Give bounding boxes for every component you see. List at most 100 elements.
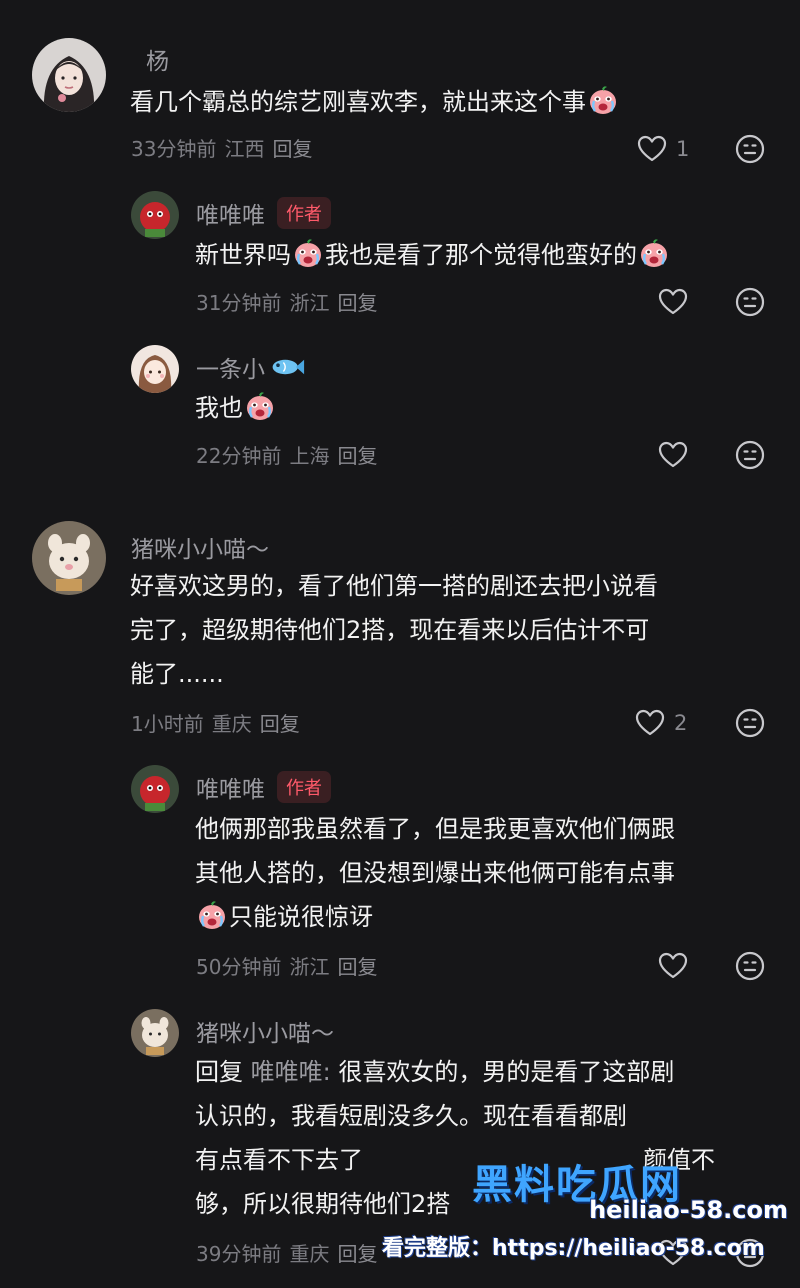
avatar[interactable] xyxy=(131,345,179,393)
comment-meta: 33分钟前 江西 回复 xyxy=(131,133,320,162)
reply-button[interactable]: 回复 xyxy=(272,137,312,161)
like-button[interactable]: 2 xyxy=(634,707,687,739)
dislike-button[interactable] xyxy=(734,133,766,169)
neutral-face-icon xyxy=(734,1237,766,1269)
reply-target[interactable]: 唯唯唯: xyxy=(251,1058,331,1086)
comment-time: 22分钟前 xyxy=(196,444,282,468)
like-button[interactable]: 1 xyxy=(636,133,689,165)
comment-text-line: 完了，超级期待他们2搭，现在看来以后估计不可 xyxy=(130,616,650,644)
author-badge: 作者 xyxy=(277,771,331,803)
like-button[interactable] xyxy=(657,439,689,471)
dislike-button[interactable] xyxy=(734,950,766,986)
avatar[interactable] xyxy=(32,521,106,595)
comment-username[interactable]: 猪咪小小喵～ xyxy=(131,530,269,564)
comment-username: 一条小 xyxy=(196,350,305,384)
comment-text: 新世界吗 我也是看了那个觉得他蛮好的 xyxy=(195,233,671,277)
comment-text-part: 颜值不 xyxy=(643,1146,715,1174)
neutral-face-icon xyxy=(734,286,766,318)
avatar[interactable] xyxy=(131,765,179,813)
comment-text-part: 只能说很惊讶 xyxy=(229,903,373,931)
heart-outline-icon xyxy=(657,439,689,471)
comment-meta: 50分钟前 浙江 回复 xyxy=(196,951,385,980)
like-button[interactable] xyxy=(657,950,689,982)
comment-username: 唯唯唯 作者 xyxy=(196,770,331,804)
heart-outline-icon xyxy=(634,707,666,739)
crying-face-emoji xyxy=(196,899,228,931)
comment-text-line: 有点看不下去了 颜值不 xyxy=(195,1138,715,1182)
heart-outline-icon xyxy=(657,286,689,318)
comment-time: 50分钟前 xyxy=(196,955,282,979)
comment-text-line: 其他人搭的，但没想到爆出来他俩可能有点事 xyxy=(195,859,675,887)
comment-username: 唯唯唯 作者 xyxy=(196,196,331,230)
neutral-face-icon xyxy=(734,439,766,471)
comment-location: 江西 xyxy=(224,137,265,161)
crying-face-emoji xyxy=(292,237,324,269)
like-button[interactable] xyxy=(657,286,689,318)
comment-text: 看几个霸总的综艺刚喜欢李，就出来这个事 xyxy=(130,80,620,124)
comment-text-part: 我也 xyxy=(195,394,243,422)
comment-meta: 39分钟前 重庆 回复 xyxy=(196,1238,385,1267)
comment-text-line: 他俩那部我虽然看了，但是我更喜欢他们俩跟 xyxy=(195,815,675,843)
comment-text-line: 能了...... xyxy=(130,660,224,688)
comment-text-part: 新世界吗 xyxy=(195,241,291,269)
comment-text-part: 我也是看了那个觉得他蛮好的 xyxy=(325,241,637,269)
comment-text: 我也 xyxy=(195,386,277,430)
heart-outline-icon xyxy=(657,1237,689,1269)
crying-face-emoji xyxy=(587,84,619,116)
comment-time: 39分钟前 xyxy=(196,1242,282,1266)
comment-meta: 31分钟前 浙江 回复 xyxy=(196,287,385,316)
reply-button[interactable]: 回复 xyxy=(337,955,377,979)
comment-time: 1小时前 xyxy=(131,712,204,736)
comment-text-part: 有点看不下去了 xyxy=(195,1146,363,1174)
avatar[interactable] xyxy=(131,1009,179,1057)
comment-meta: 22分钟前 上海 回复 xyxy=(196,440,385,469)
fish-emoji xyxy=(269,356,305,378)
comment-location: 重庆 xyxy=(211,712,252,736)
comment-location: 上海 xyxy=(289,444,330,468)
reply-button[interactable]: 回复 xyxy=(337,1242,377,1266)
heart-outline-icon xyxy=(657,950,689,982)
reply-prefix: 回复 xyxy=(195,1058,243,1086)
crying-face-emoji xyxy=(638,237,670,269)
comment-text-line: 看几个霸总的综艺刚喜欢李，就出来这个事 xyxy=(130,88,586,116)
dislike-button[interactable] xyxy=(734,439,766,475)
avatar[interactable] xyxy=(131,191,179,239)
dislike-button[interactable] xyxy=(734,707,766,743)
comment-text-line: 认识的，我看短剧没多久。现在看看都剧 xyxy=(195,1102,627,1130)
like-button[interactable] xyxy=(657,1237,689,1269)
comment-text: 回复 唯唯唯: 很喜欢女的，男的是看了这部剧 认识的，我看短剧没多久。现在看看都… xyxy=(195,1050,715,1226)
username-text[interactable]: 一条小 xyxy=(196,350,265,384)
reply-button[interactable]: 回复 xyxy=(260,712,300,736)
comment-meta: 1小时前 重庆 回复 xyxy=(131,708,308,737)
watermark-link: 看完整版：https://heiliao-58.com xyxy=(382,1236,765,1261)
neutral-face-icon xyxy=(734,707,766,739)
avatar[interactable] xyxy=(32,38,106,112)
comment-text: 他俩那部我虽然看了，但是我更喜欢他们俩跟 其他人搭的，但没想到爆出来他俩可能有点… xyxy=(195,807,675,939)
comment-location: 浙江 xyxy=(289,291,330,315)
author-badge: 作者 xyxy=(277,197,331,229)
comment-text-line: 回复 唯唯唯: 很喜欢女的，男的是看了这部剧 xyxy=(195,1050,715,1094)
comment-text-line: 好喜欢这男的，看了他们第一搭的剧还去把小说看 xyxy=(130,572,658,600)
comment-time: 33分钟前 xyxy=(131,137,217,161)
like-count: 1 xyxy=(676,137,690,161)
username-text[interactable]: 唯唯唯 xyxy=(196,770,265,804)
dislike-button[interactable] xyxy=(734,1237,766,1273)
crying-face-emoji xyxy=(244,390,276,422)
comment-location: 浙江 xyxy=(289,955,330,979)
heart-outline-icon xyxy=(636,133,668,165)
comment-time: 31分钟前 xyxy=(196,291,282,315)
neutral-face-icon xyxy=(734,950,766,982)
neutral-face-icon xyxy=(734,133,766,165)
comment-text-line: 够，所以很期待他们2搭 xyxy=(195,1190,451,1218)
like-count: 2 xyxy=(674,711,688,735)
reply-button[interactable]: 回复 xyxy=(337,291,377,315)
comment-text-part: 很喜欢女的，男的是看了这部剧 xyxy=(338,1058,675,1086)
comment-text-line-with-emoji: 只能说很惊讶 xyxy=(195,895,675,939)
comment-username[interactable]: 猪咪小小喵～ xyxy=(196,1014,334,1048)
comment-username[interactable]: 杨 xyxy=(146,42,169,76)
dislike-button[interactable] xyxy=(734,286,766,322)
reply-button[interactable]: 回复 xyxy=(337,444,377,468)
comment-text: 好喜欢这男的，看了他们第一搭的剧还去把小说看 完了，超级期待他们2搭，现在看来以… xyxy=(130,564,658,696)
comment-location: 重庆 xyxy=(289,1242,330,1266)
username-text[interactable]: 唯唯唯 xyxy=(196,196,265,230)
